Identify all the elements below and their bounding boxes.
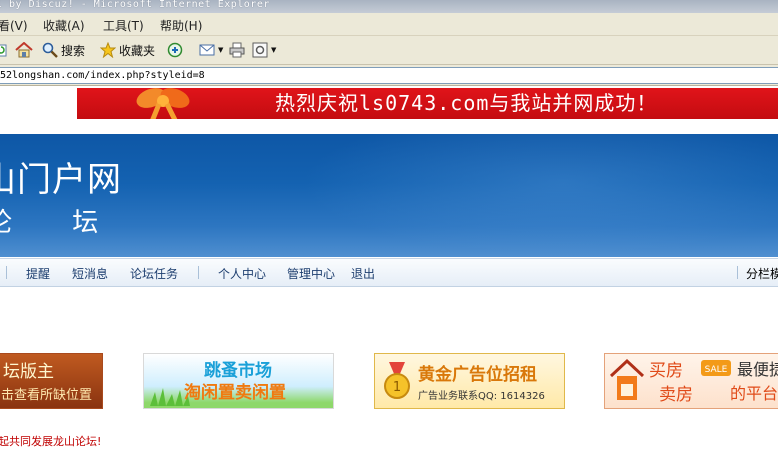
nav-logout[interactable]: 退出	[351, 265, 375, 282]
refresh-button[interactable]	[0, 40, 8, 60]
nav-tasks[interactable]: 论坛任务	[130, 265, 178, 282]
media-icon	[167, 42, 183, 58]
nav-divider	[737, 266, 738, 279]
nav-column-mode[interactable]: 分栏模	[746, 265, 778, 282]
sale-tag-icon: SALE	[701, 360, 731, 376]
ad-real-estate[interactable]: SALE 买房 卖房 最便捷 的平台	[604, 353, 778, 409]
gift-bow-icon	[136, 88, 190, 119]
nav-divider	[6, 266, 7, 279]
ad1-title: 坛版主	[3, 362, 54, 382]
nav-personal-center[interactable]: 个人中心	[218, 265, 266, 282]
site-header-banner: 山门户网 论 坛	[0, 134, 778, 257]
ad4-buy: 买房	[649, 361, 683, 381]
nav-divider	[198, 266, 199, 279]
menu-bar: 看(V) 收藏(A) 工具(T) 帮助(H)	[0, 13, 778, 36]
ad3-title: 黄金广告位招租	[418, 365, 537, 385]
nav-admin-center[interactable]: 管理中心	[287, 265, 335, 282]
medal-icon: 1	[384, 362, 410, 399]
edit-button[interactable]: ▼	[252, 40, 276, 60]
star-icon	[100, 42, 116, 58]
refresh-icon	[0, 44, 7, 57]
svg-text:SALE: SALE	[705, 365, 728, 375]
promo-text: 热烈庆祝ls0743.com与我站并网成功！	[275, 91, 658, 115]
address-bar: 52longshan.com/index.php?styleid=8	[0, 65, 778, 86]
forum-nav-bar: 提醒 短消息 论坛任务 个人中心 管理中心 退出 分栏模	[0, 258, 778, 287]
ad-gold-slot[interactable]: 1 黄金广告位招租 广告业务联系QQ: 1614326	[374, 353, 565, 409]
ad2-subtitle: 淘闲置卖闲置	[184, 383, 286, 403]
promo-banner[interactable]: 热烈庆祝ls0743.com与我站并网成功！	[77, 88, 778, 119]
welcome-text: 起共同发展龙山论坛!	[0, 435, 102, 448]
search-label: 搜索	[61, 43, 86, 58]
menu-tools[interactable]: 工具(T)	[103, 17, 144, 34]
home-button[interactable]	[15, 40, 33, 60]
ad-flea-market[interactable]: 跳蚤市场 淘闲置卖闲置	[143, 353, 334, 409]
search-icon	[42, 42, 58, 58]
window-titlebar: l by Discuz! - Microsoft Internet Explor…	[0, 0, 778, 13]
ad4-most-convenient: 最便捷	[737, 360, 778, 379]
banner-glow	[300, 134, 778, 257]
nav-reminders[interactable]: 提醒	[26, 265, 50, 282]
mail-icon	[199, 44, 215, 56]
menu-favorites[interactable]: 收藏(A)	[43, 17, 85, 34]
window-title: l by Discuz! - Microsoft Internet Explor…	[0, 0, 270, 10]
house-icon	[609, 358, 645, 400]
search-button[interactable]: 搜索	[42, 40, 85, 60]
menu-help[interactable]: 帮助(H)	[160, 17, 202, 34]
ad4-platform: 的平台	[730, 384, 778, 403]
site-title: 山门户网	[0, 160, 122, 200]
media-button[interactable]	[167, 40, 183, 60]
print-button[interactable]	[229, 40, 245, 60]
svg-text:1: 1	[393, 380, 401, 395]
nav-messages[interactable]: 短消息	[72, 265, 108, 282]
ad3-contact: 广告业务联系QQ: 1614326	[418, 391, 545, 402]
mail-button[interactable]: ▼	[199, 40, 223, 60]
menu-view[interactable]: 看(V)	[0, 17, 28, 34]
ad1-subtitle: 击查看所缺位置	[1, 388, 93, 403]
address-input[interactable]: 52longshan.com/index.php?styleid=8	[0, 67, 778, 84]
toolbar: 搜索 收藏夹 ▼ ▼	[0, 36, 778, 65]
edit-dropdown-icon[interactable]: ▼	[271, 46, 276, 54]
favorites-label: 收藏夹	[119, 43, 156, 58]
edit-page-icon	[252, 42, 268, 58]
favorites-button[interactable]: 收藏夹	[100, 40, 155, 60]
site-subtitle: 论 坛	[0, 208, 125, 238]
home-icon	[15, 42, 33, 58]
ad4-sell: 卖房	[659, 385, 693, 405]
printer-icon	[229, 42, 245, 58]
web-page: 热烈庆祝ls0743.com与我站并网成功！ 山门户网 论 坛 提醒 短消息 论…	[0, 86, 778, 456]
mail-dropdown-icon[interactable]: ▼	[218, 46, 223, 54]
ad-moderator-recruit[interactable]: 坛版主 击查看所缺位置	[0, 353, 103, 409]
